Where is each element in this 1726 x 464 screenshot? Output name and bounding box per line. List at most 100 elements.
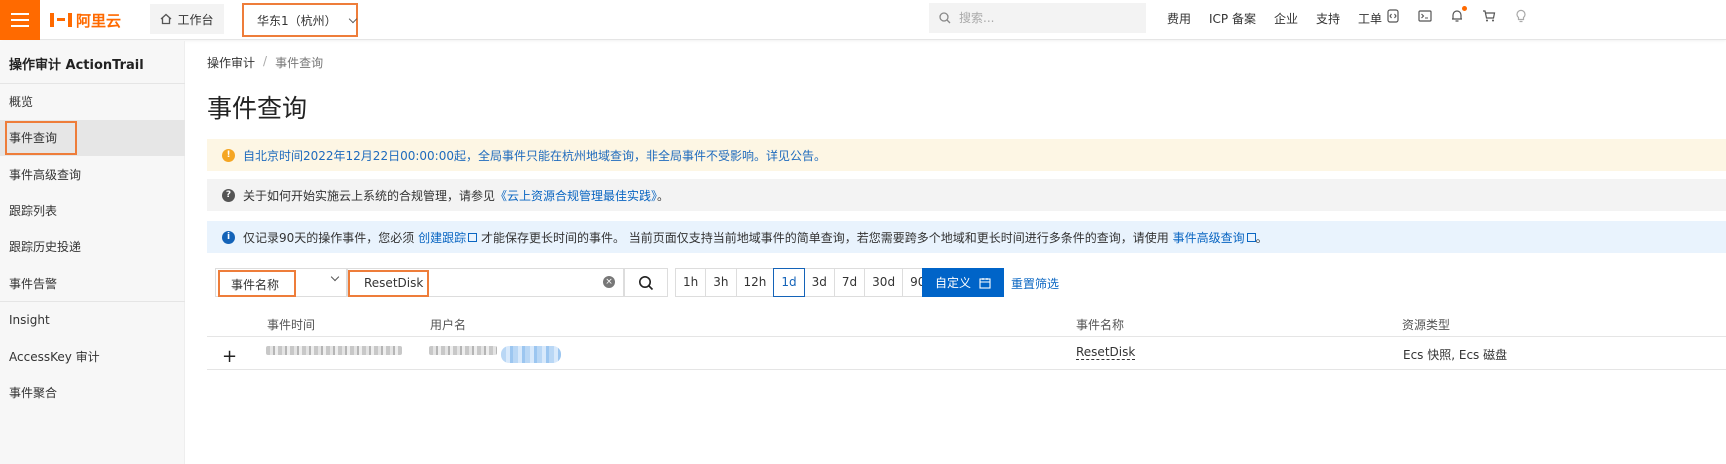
warning-icon: !	[222, 148, 235, 162]
notice-text: 仅记录90天的操作事件，您必须	[243, 230, 415, 245]
search-icon	[939, 12, 951, 24]
advanced-query-link[interactable]: 事件高级查询	[1173, 231, 1245, 245]
global-search[interactable]	[929, 3, 1146, 33]
sidebar-item-label: Insight	[9, 313, 50, 327]
workbench-label: 工作台	[177, 12, 214, 27]
breadcrumb: 操作审计 / 事件查询	[207, 54, 323, 71]
external-link-icon	[468, 232, 478, 242]
info-icon: i	[222, 230, 235, 244]
sidebar-item-accesskey-audit[interactable]: AccessKey 审计	[0, 339, 185, 375]
help-icon: ?	[222, 188, 235, 202]
page-title: 事件查询	[207, 94, 308, 123]
field-select-value: 事件名称	[231, 278, 280, 292]
column-resource-type: 资源类型	[1402, 318, 1451, 332]
search-input[interactable]	[959, 11, 1129, 25]
sidebar-item-label: 概览	[9, 95, 34, 109]
brand-logo[interactable]: 阿里云	[50, 10, 121, 30]
table-header: 事件时间 用户名 事件名称 资源类型	[207, 308, 1726, 337]
sidebar-item-label: 事件高级查询	[9, 168, 82, 182]
column-event-name: 事件名称	[1076, 318, 1125, 332]
notice-compliance: ? 关于如何开始实施云上系统的合规管理，请参见《云上资源合规管理最佳实践》。	[207, 179, 1726, 211]
external-link-icon	[1246, 232, 1256, 242]
custom-range-button[interactable]: 自定义	[922, 268, 1004, 297]
search-button[interactable]	[624, 268, 668, 297]
time-range-7d[interactable]: 7d	[833, 268, 866, 297]
notification-dot	[1462, 6, 1467, 11]
region-label: 华东1（杭州）	[257, 13, 337, 28]
redacted-user-tag[interactable]	[501, 346, 561, 363]
top-bar: 阿里云 工作台 华东1（杭州） 费用 ICP 备案 企业 支持 工单	[0, 0, 1726, 40]
time-range-3d[interactable]: 3d	[803, 268, 835, 297]
top-nav: 费用 ICP 备案 企业 支持 工单	[1167, 0, 1382, 36]
nav-enterprise[interactable]: 企业	[1274, 10, 1298, 27]
highlight-box	[5, 121, 77, 155]
search-icon	[639, 275, 654, 290]
breadcrumb-root[interactable]: 操作审计	[207, 54, 255, 71]
sidebar-item-label: AccessKey 审计	[9, 350, 100, 364]
reset-filter-link[interactable]: 重置筛选	[1011, 275, 1059, 292]
menu-icon[interactable]	[0, 0, 40, 40]
cart-icon[interactable]	[1482, 9, 1496, 23]
nav-fees[interactable]: 费用	[1167, 10, 1191, 27]
notice-retention: i 仅记录90天的操作事件，您必须 创建跟踪 才能保存更长时间的事件。 当前页面…	[207, 221, 1726, 253]
sidebar-item-insight[interactable]: Insight	[0, 302, 185, 338]
column-username: 用户名	[430, 318, 467, 332]
time-range-30d[interactable]: 30d	[864, 268, 904, 297]
notice-global-events: ! 自北京时间2022年12月22日00:00:00起，全局事件只能在杭州地域查…	[207, 139, 1726, 171]
chevron-down-icon	[348, 14, 358, 23]
bulb-icon[interactable]	[1514, 9, 1528, 23]
brand-name: 阿里云	[76, 11, 122, 30]
clear-icon[interactable]: ×	[603, 276, 615, 288]
column-event-time: 事件时间	[267, 318, 316, 332]
event-name-cell[interactable]: ResetDisk	[1076, 346, 1136, 360]
sidebar-item-label: 事件告警	[9, 277, 58, 291]
field-select[interactable]: 事件名称	[215, 268, 347, 297]
custom-range-label: 自定义	[934, 276, 971, 290]
nav-icp[interactable]: ICP 备案	[1209, 10, 1256, 27]
filter-value: ResetDisk	[364, 276, 424, 290]
filter-value-input[interactable]: ResetDisk	[347, 268, 624, 297]
sidebar-item-label: 跟踪列表	[9, 204, 58, 218]
workbench-button[interactable]: 工作台	[150, 4, 224, 34]
sidebar: 操作审计 ActionTrail 概览 事件查询 事件高级查询 跟踪列表 跟踪历…	[0, 41, 185, 464]
breadcrumb-current: 事件查询	[275, 56, 324, 70]
notice-text[interactable]: 自北京时间2022年12月22日00:00:00起，全局事件只能在杭州地域查询，…	[243, 147, 826, 164]
sidebar-item-overview[interactable]: 概览	[0, 84, 185, 120]
notice-text: 才能保存更长时间的事件。 当前页面仅支持当前地域事件的简单查询，若您需要跨多个地…	[480, 230, 1169, 245]
redacted-username	[429, 346, 497, 355]
time-range-12h[interactable]: 12h	[735, 268, 775, 297]
sidebar-item-delivery-history[interactable]: 跟踪历史投递	[0, 229, 185, 265]
notice-end: 。	[657, 188, 670, 203]
table-row: + ResetDisk Ecs 快照, Ecs 磁盘	[207, 338, 1726, 370]
time-range-1d[interactable]: 1d	[773, 268, 805, 297]
sidebar-item-alerts[interactable]: 事件告警	[0, 266, 185, 302]
sidebar-title: 操作审计 ActionTrail	[9, 58, 144, 73]
sidebar-item-event-query[interactable]: 事件查询	[0, 120, 185, 156]
home-icon	[161, 13, 172, 25]
nav-support[interactable]: 支持	[1316, 10, 1340, 27]
time-range-group: 1h 3h 12h 1d 3d 7d 30d 90d	[675, 268, 941, 297]
compliance-guide-link[interactable]: 《云上资源合规管理最佳实践》	[495, 189, 657, 203]
sidebar-item-label: 跟踪历史投递	[9, 240, 82, 254]
time-range-1h[interactable]: 1h	[675, 268, 707, 297]
sidebar-item-label: 事件聚合	[9, 386, 58, 400]
sidebar-item-advanced-query[interactable]: 事件高级查询	[0, 157, 185, 193]
top-icons	[1386, 6, 1528, 23]
redacted-event-time	[266, 346, 402, 355]
expand-icon[interactable]: +	[222, 346, 237, 367]
calendar-icon	[979, 277, 991, 289]
resource-type-cell: Ecs 快照, Ecs 磁盘	[1403, 348, 1508, 362]
region-selector[interactable]: 华东1（杭州）	[242, 3, 358, 37]
notice-end: 。	[1255, 230, 1268, 245]
code-icon[interactable]	[1386, 9, 1400, 23]
sidebar-item-trails[interactable]: 跟踪列表	[0, 193, 185, 229]
aliyun-logo-icon	[50, 13, 72, 27]
notice-text: 关于如何开始实施云上系统的合规管理，请参见	[243, 188, 496, 203]
bell-icon[interactable]	[1450, 6, 1467, 23]
terminal-icon[interactable]	[1418, 9, 1432, 23]
create-trail-link[interactable]: 创建跟踪	[418, 231, 466, 245]
time-range-3h[interactable]: 3h	[705, 268, 737, 297]
breadcrumb-separator: /	[263, 54, 268, 68]
sidebar-item-event-aggregation[interactable]: 事件聚合	[0, 375, 185, 411]
nav-ticket[interactable]: 工单	[1358, 10, 1382, 27]
